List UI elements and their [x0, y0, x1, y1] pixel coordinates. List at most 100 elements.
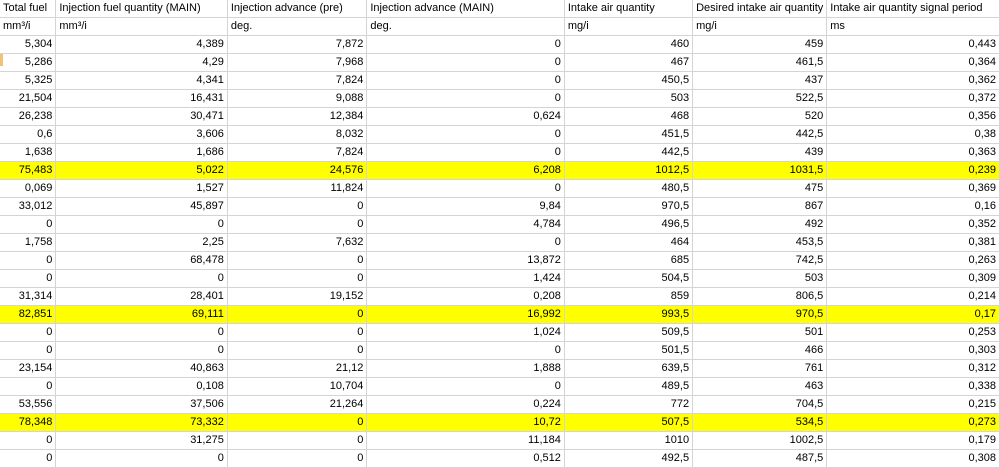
data-cell[interactable]: 453,5 [692, 233, 828, 252]
data-cell[interactable]: 685 [564, 251, 694, 270]
data-cell[interactable]: 504,5 [564, 269, 694, 288]
data-cell[interactable]: 0 [227, 341, 368, 360]
unit-cell[interactable]: deg. [366, 17, 565, 36]
data-cell[interactable]: 0,069 [0, 179, 57, 198]
data-cell[interactable]: 5,022 [55, 161, 228, 180]
data-cell[interactable]: 501,5 [564, 341, 694, 360]
data-cell[interactable]: 0 [227, 251, 368, 270]
data-cell[interactable]: 1,024 [366, 323, 565, 342]
data-cell[interactable]: 0,273 [826, 413, 1000, 432]
data-cell[interactable]: 0,239 [826, 161, 1000, 180]
data-cell[interactable]: 0,17 [826, 305, 1000, 324]
data-cell[interactable]: 0 [0, 377, 57, 396]
data-cell[interactable]: 21,12 [227, 359, 368, 378]
data-cell[interactable]: 0 [366, 143, 565, 162]
data-cell[interactable]: 0 [0, 341, 57, 360]
data-cell[interactable]: 867 [692, 197, 828, 216]
data-cell[interactable]: 475 [692, 179, 828, 198]
data-cell[interactable]: 0 [227, 269, 368, 288]
data-cell[interactable]: 28,401 [55, 287, 228, 306]
data-cell[interactable]: 806,5 [692, 287, 828, 306]
data-cell[interactable]: 0 [366, 71, 565, 90]
data-cell[interactable]: 0 [366, 377, 565, 396]
data-cell[interactable]: 7,824 [227, 71, 368, 90]
data-cell[interactable]: 442,5 [564, 143, 694, 162]
data-cell[interactable]: 24,576 [227, 161, 368, 180]
data-cell[interactable]: 0,363 [826, 143, 1000, 162]
data-cell[interactable]: 7,872 [227, 35, 368, 54]
header-cell[interactable]: Intake air quantity signal period [826, 0, 1000, 18]
data-cell[interactable]: 492 [692, 215, 828, 234]
data-cell[interactable]: 461,5 [692, 53, 828, 72]
data-cell[interactable]: 0,443 [826, 35, 1000, 54]
header-cell[interactable]: Intake air quantity [564, 0, 694, 18]
data-cell[interactable]: 0,369 [826, 179, 1000, 198]
data-cell[interactable]: 0 [0, 215, 57, 234]
data-cell[interactable]: 463 [692, 377, 828, 396]
data-cell[interactable]: 12,384 [227, 107, 368, 126]
data-cell[interactable]: 13,872 [366, 251, 565, 270]
data-cell[interactable]: 82,851 [0, 305, 57, 324]
data-cell[interactable]: 3,606 [55, 125, 228, 144]
data-cell[interactable]: 16,992 [366, 305, 565, 324]
data-cell[interactable]: 0,362 [826, 71, 1000, 90]
data-cell[interactable]: 5,325 [0, 71, 57, 90]
data-cell[interactable]: 45,897 [55, 197, 228, 216]
data-cell[interactable]: 0,308 [826, 449, 1000, 468]
data-cell[interactable]: 442,5 [692, 125, 828, 144]
header-cell[interactable]: Injection advance (pre) [227, 0, 368, 18]
data-cell[interactable]: 0 [227, 323, 368, 342]
unit-cell[interactable]: mm³/i [55, 17, 228, 36]
data-cell[interactable]: 0,381 [826, 233, 1000, 252]
data-cell[interactable]: 9,84 [366, 197, 565, 216]
data-cell[interactable]: 0 [227, 449, 368, 468]
data-cell[interactable]: 0,6 [0, 125, 57, 144]
data-cell[interactable]: 4,389 [55, 35, 228, 54]
data-cell[interactable]: 0,208 [366, 287, 565, 306]
data-cell[interactable]: 7,632 [227, 233, 368, 252]
data-cell[interactable]: 0 [0, 269, 57, 288]
data-cell[interactable]: 487,5 [692, 449, 828, 468]
data-cell[interactable]: 0 [366, 341, 565, 360]
data-cell[interactable]: 7,968 [227, 53, 368, 72]
unit-cell[interactable]: ms [826, 17, 1000, 36]
data-cell[interactable]: 1,527 [55, 179, 228, 198]
data-cell[interactable]: 0 [366, 233, 565, 252]
data-cell[interactable]: 522,5 [692, 89, 828, 108]
data-cell[interactable]: 970,5 [564, 197, 694, 216]
data-cell[interactable]: 0 [366, 35, 565, 54]
data-cell[interactable]: 0 [55, 449, 228, 468]
data-cell[interactable]: 0 [227, 305, 368, 324]
data-cell[interactable]: 33,012 [0, 197, 57, 216]
data-cell[interactable]: 11,824 [227, 179, 368, 198]
data-cell[interactable]: 970,5 [692, 305, 828, 324]
data-cell[interactable]: 0,108 [55, 377, 228, 396]
data-cell[interactable]: 704,5 [692, 395, 828, 414]
data-cell[interactable]: 859 [564, 287, 694, 306]
data-cell[interactable]: 451,5 [564, 125, 694, 144]
data-cell[interactable]: 23,154 [0, 359, 57, 378]
data-cell[interactable]: 40,863 [55, 359, 228, 378]
data-cell[interactable]: 0,224 [366, 395, 565, 414]
data-cell[interactable]: 30,471 [55, 107, 228, 126]
data-cell[interactable]: 37,506 [55, 395, 228, 414]
data-cell[interactable]: 16,431 [55, 89, 228, 108]
data-cell[interactable]: 450,5 [564, 71, 694, 90]
data-cell[interactable]: 480,5 [564, 179, 694, 198]
data-cell[interactable]: 9,088 [227, 89, 368, 108]
data-cell[interactable]: 772 [564, 395, 694, 414]
header-cell[interactable]: Injection advance (MAIN) [366, 0, 565, 18]
data-cell[interactable]: 1,686 [55, 143, 228, 162]
data-cell[interactable]: 0,263 [826, 251, 1000, 270]
data-cell[interactable]: 2,25 [55, 233, 228, 252]
data-cell[interactable]: 509,5 [564, 323, 694, 342]
data-cell[interactable]: 507,5 [564, 413, 694, 432]
header-cell[interactable]: Injection fuel quantity (MAIN) [55, 0, 228, 18]
data-cell[interactable]: 466 [692, 341, 828, 360]
data-cell[interactable]: 489,5 [564, 377, 694, 396]
data-cell[interactable]: 0,38 [826, 125, 1000, 144]
data-cell[interactable]: 31,314 [0, 287, 57, 306]
data-cell[interactable]: 503 [564, 89, 694, 108]
header-cell[interactable]: Total fuel [0, 0, 57, 18]
data-cell[interactable]: 0 [366, 179, 565, 198]
